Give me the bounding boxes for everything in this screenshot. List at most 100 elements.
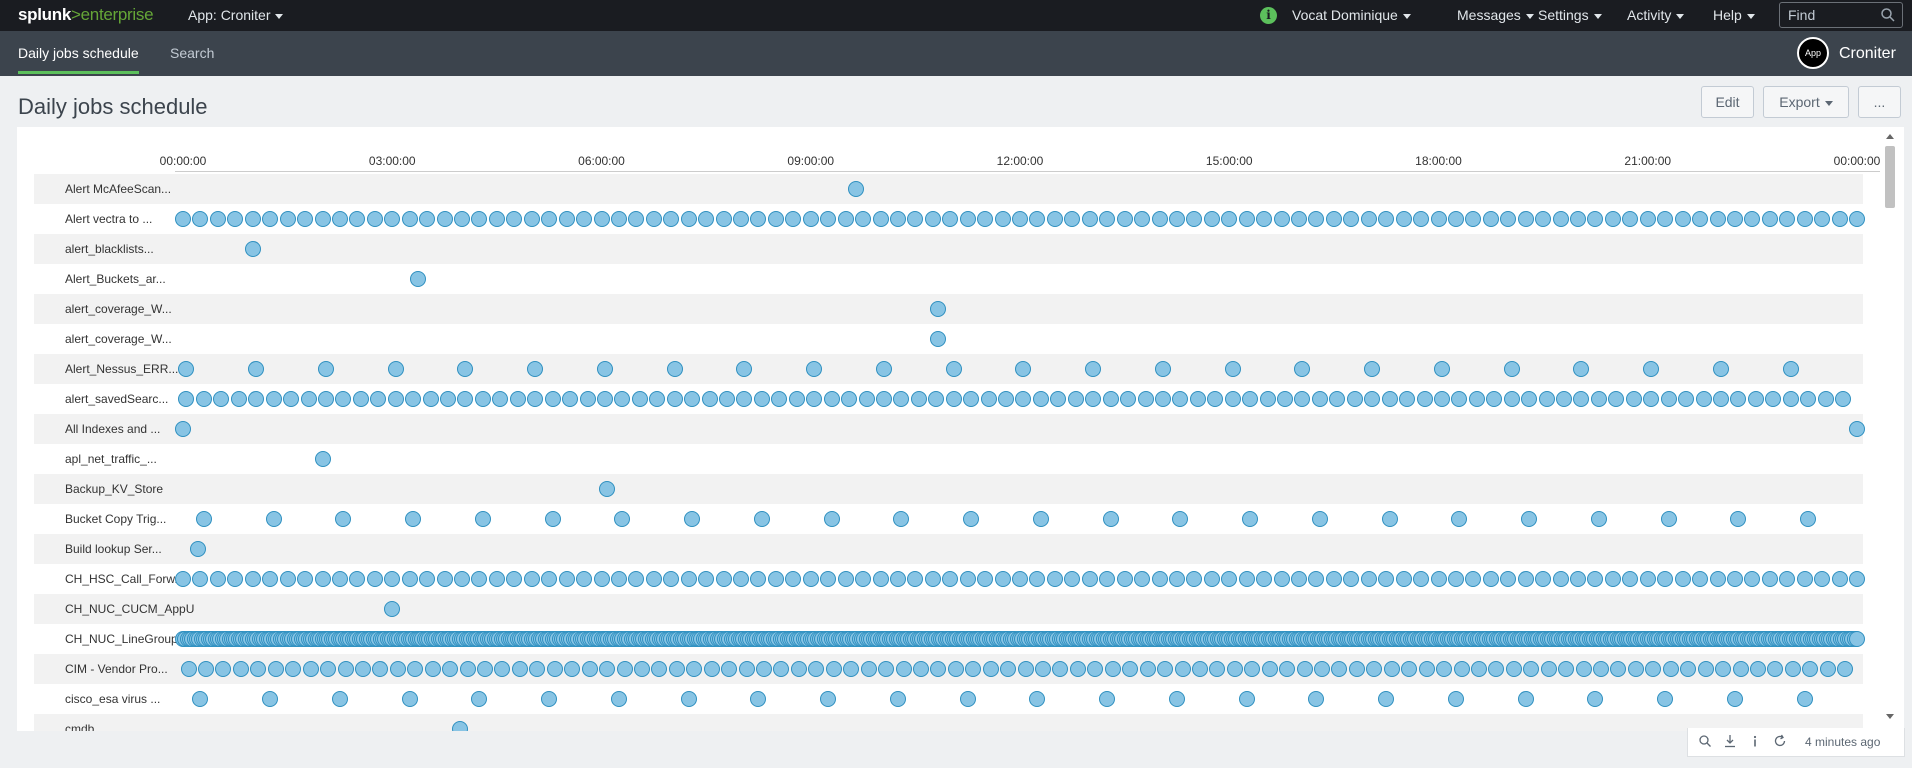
schedule-point[interactable] [1102, 511, 1119, 527]
schedule-point[interactable] [1099, 211, 1116, 227]
schedule-point[interactable] [1849, 631, 1865, 647]
schedule-point[interactable] [1837, 661, 1854, 677]
schedule-point[interactable] [244, 211, 261, 227]
schedule-point[interactable] [1767, 661, 1784, 677]
schedule-point[interactable] [1447, 571, 1464, 587]
schedule-point[interactable] [192, 691, 209, 707]
schedule-point[interactable] [753, 391, 770, 407]
schedule-point[interactable] [785, 571, 802, 587]
schedule-point[interactable] [1503, 361, 1520, 377]
schedule-point[interactable] [1087, 661, 1104, 677]
schedule-point[interactable] [963, 391, 980, 407]
schedule-point[interactable] [628, 211, 645, 227]
schedule-point[interactable] [1814, 211, 1831, 227]
schedule-point[interactable] [1273, 211, 1290, 227]
schedule-point[interactable] [771, 391, 788, 407]
schedule-point[interactable] [564, 661, 581, 677]
schedule-point[interactable] [733, 211, 749, 227]
schedule-point[interactable] [1849, 421, 1865, 437]
schedule-point[interactable] [576, 571, 593, 587]
refresh-icon[interactable] [1773, 734, 1787, 748]
schedule-point[interactable] [907, 211, 924, 227]
schedule-point[interactable] [1120, 391, 1137, 407]
schedule-point[interactable] [1242, 391, 1259, 407]
more-actions-button[interactable]: ... [1858, 86, 1901, 118]
schedule-point[interactable] [823, 511, 840, 527]
schedule-point[interactable] [942, 571, 959, 587]
schedule-point[interactable] [581, 661, 598, 677]
find-input[interactable]: Find [1779, 2, 1903, 28]
schedule-point[interactable] [175, 211, 191, 227]
schedule-point[interactable] [230, 391, 247, 407]
schedule-point[interactable] [1279, 661, 1296, 677]
schedule-point[interactable] [1081, 571, 1098, 587]
schedule-point[interactable] [1360, 571, 1377, 587]
schedule-point[interactable] [422, 391, 439, 407]
schedule-point[interactable] [924, 211, 941, 227]
schedule-point[interactable] [1325, 571, 1342, 587]
schedule-point[interactable] [1032, 391, 1049, 407]
schedule-point[interactable] [1657, 691, 1674, 707]
schedule-point[interactable] [506, 571, 523, 587]
schedule-point[interactable] [703, 661, 720, 677]
schedule-point[interactable] [1433, 361, 1450, 377]
schedule-point[interactable] [1221, 571, 1238, 587]
schedule-point[interactable] [442, 661, 459, 677]
schedule-point[interactable] [314, 211, 331, 227]
schedule-point[interactable] [419, 211, 436, 227]
schedule-point[interactable] [1657, 571, 1674, 587]
schedule-point[interactable] [1012, 211, 1028, 227]
schedule-point[interactable] [1308, 211, 1325, 227]
schedule-point[interactable] [541, 211, 558, 227]
schedule-point[interactable] [1238, 691, 1255, 707]
schedule-point[interactable] [1308, 691, 1325, 707]
schedule-point[interactable] [875, 391, 892, 407]
schedule-point[interactable] [593, 211, 610, 227]
schedule-point[interactable] [1709, 571, 1726, 587]
schedule-point[interactable] [596, 391, 613, 407]
info-icon[interactable] [1748, 734, 1762, 748]
schedule-point[interactable] [209, 211, 226, 227]
schedule-point[interactable] [331, 571, 348, 587]
schedule-point[interactable] [942, 211, 959, 227]
schedule-point[interactable] [401, 211, 418, 227]
schedule-point[interactable] [1819, 661, 1836, 677]
schedule-point[interactable] [1172, 391, 1189, 407]
scroll-down-icon[interactable] [1886, 714, 1894, 719]
schedule-point[interactable] [837, 571, 854, 587]
schedule-point[interactable] [250, 661, 267, 677]
schedule-point[interactable] [663, 211, 680, 227]
edit-button[interactable]: Edit [1701, 86, 1754, 118]
schedule-point[interactable] [488, 571, 505, 587]
schedule-point[interactable] [457, 391, 474, 407]
schedule-point[interactable] [541, 571, 558, 587]
schedule-point[interactable] [823, 391, 840, 407]
schedule-point[interactable] [494, 661, 511, 677]
schedule-point[interactable] [1505, 661, 1522, 677]
schedule-point[interactable] [1157, 661, 1174, 677]
schedule-point[interactable] [802, 211, 819, 227]
schedule-point[interactable] [302, 661, 319, 677]
schedule-point[interactable] [1064, 571, 1081, 587]
schedule-point[interactable] [405, 391, 422, 407]
schedule-point[interactable] [384, 571, 401, 587]
schedule-point[interactable] [977, 571, 994, 587]
schedule-point[interactable] [562, 391, 579, 407]
schedule-point[interactable] [684, 391, 701, 407]
schedule-point[interactable] [1726, 691, 1743, 707]
schedule-point[interactable] [1238, 571, 1255, 587]
schedule-point[interactable] [1779, 211, 1796, 227]
schedule-point[interactable] [1849, 211, 1865, 227]
schedule-point[interactable] [614, 391, 631, 407]
schedule-point[interactable] [1381, 511, 1398, 527]
schedule-point[interactable] [1556, 391, 1573, 407]
schedule-point[interactable] [1413, 211, 1430, 227]
schedule-point[interactable] [959, 571, 976, 587]
schedule-point[interactable] [1712, 391, 1729, 407]
schedule-point[interactable] [1570, 571, 1586, 587]
schedule-point[interactable] [1573, 361, 1590, 377]
schedule-point[interactable] [668, 661, 685, 677]
schedule-point[interactable] [198, 661, 215, 677]
splunk-logo[interactable]: splunk>enterprise [18, 5, 154, 25]
schedule-point[interactable] [820, 571, 837, 587]
